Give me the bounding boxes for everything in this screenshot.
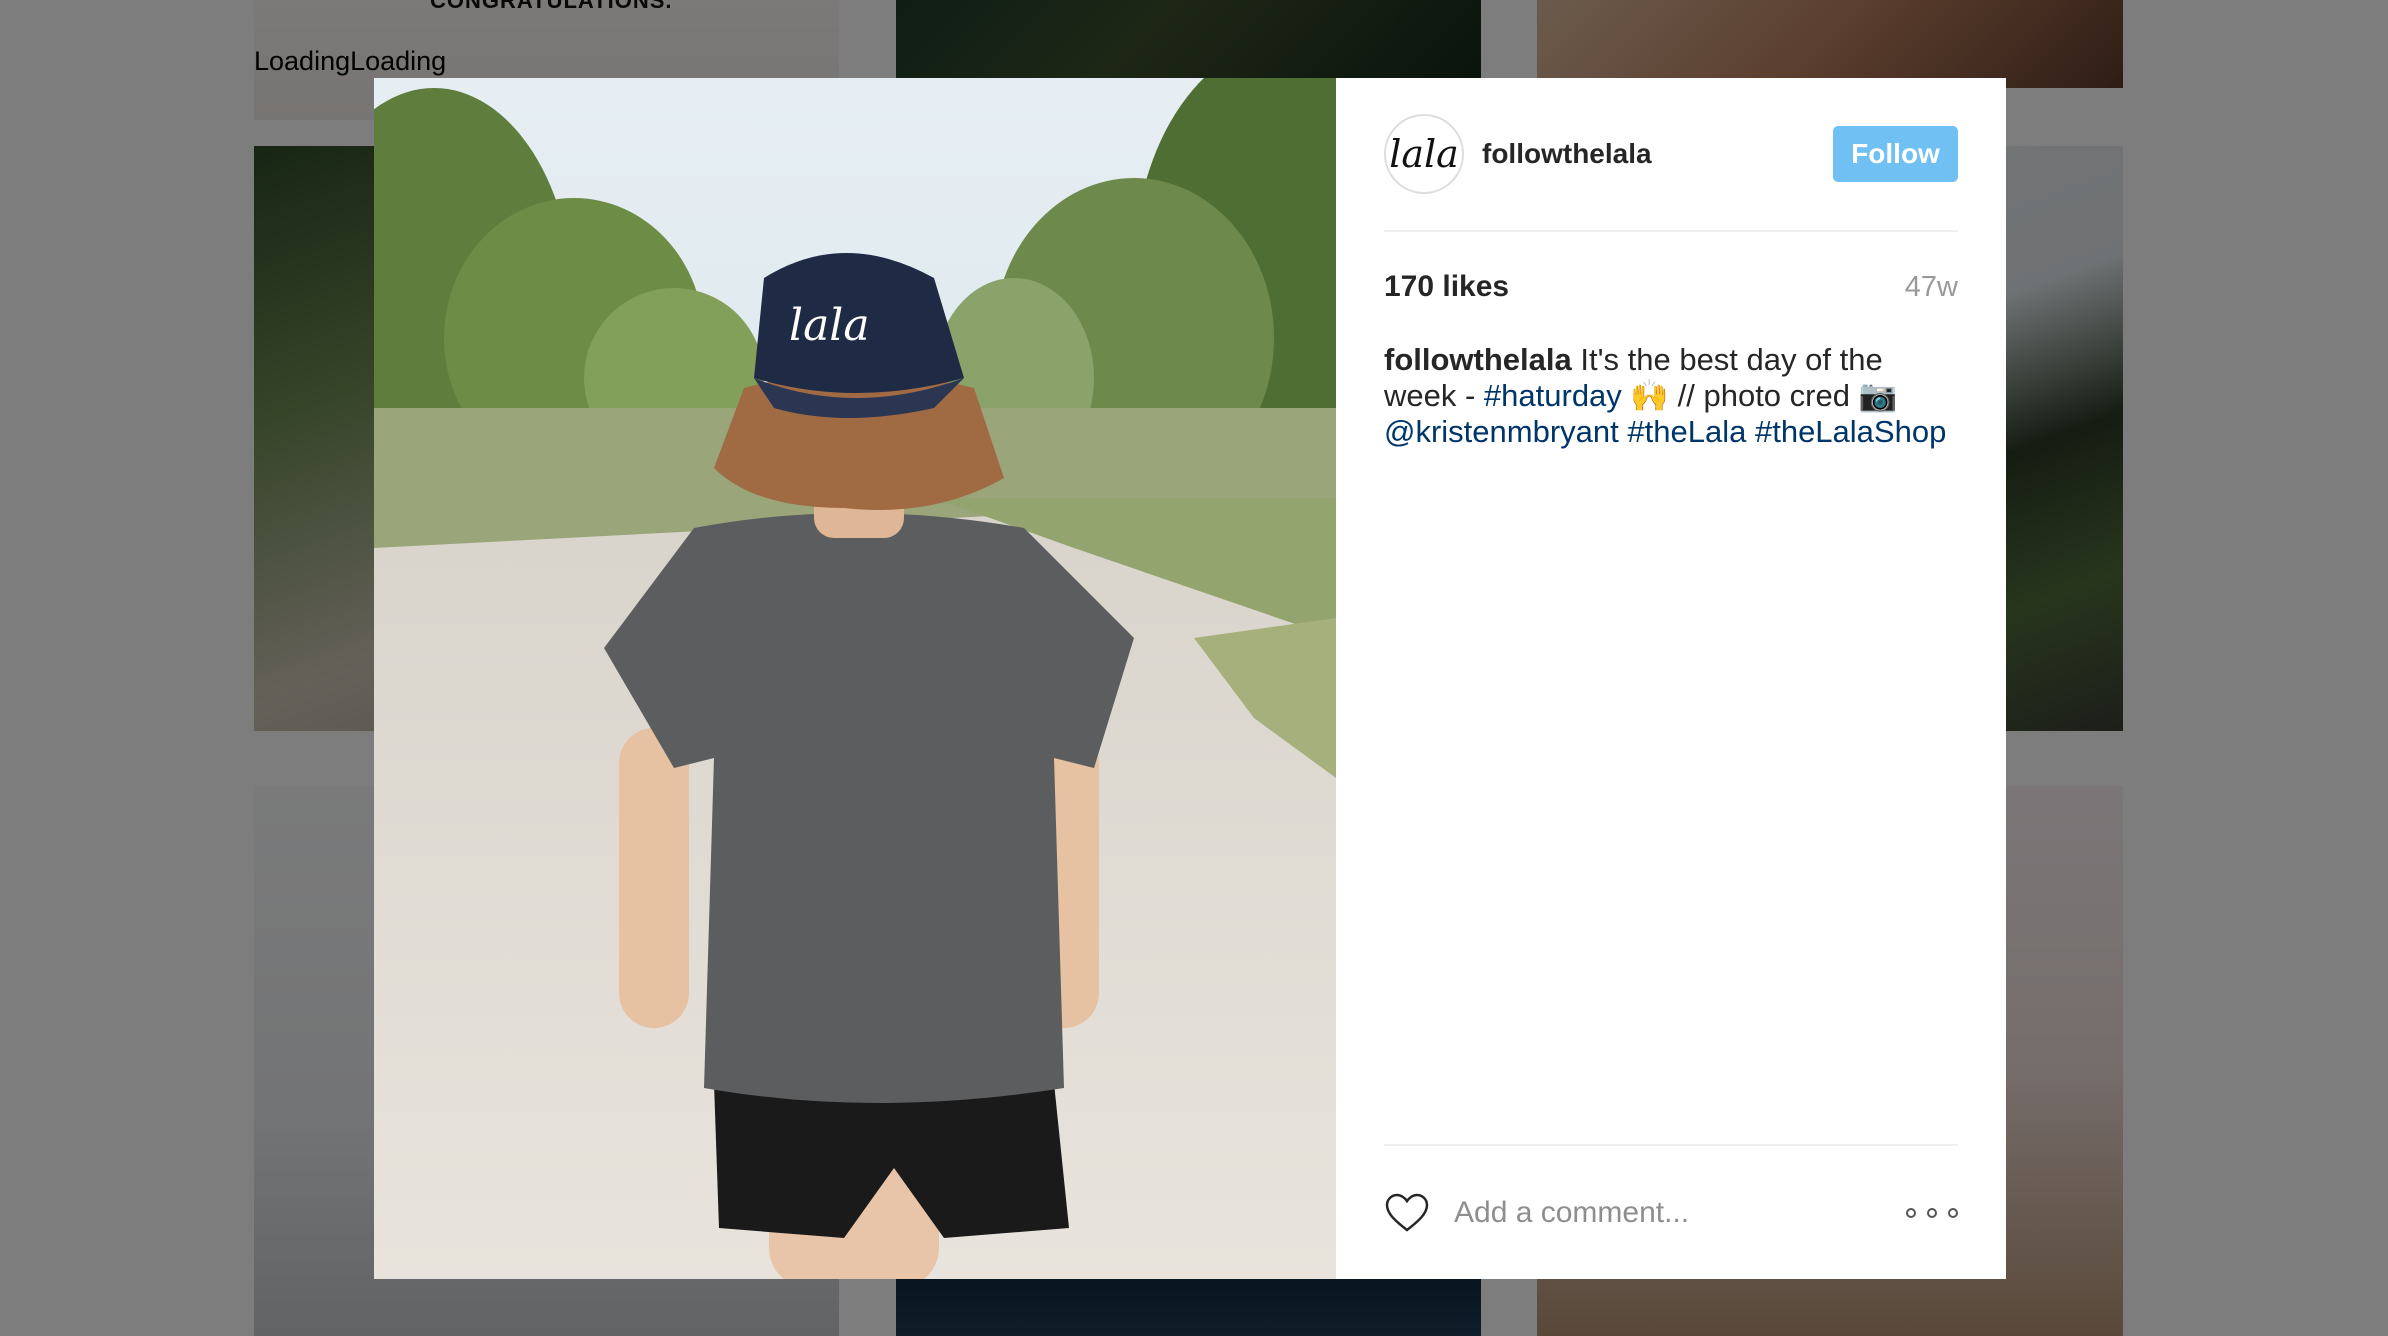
comment-input[interactable] <box>1454 1195 1906 1230</box>
heart-icon[interactable] <box>1384 1193 1430 1233</box>
hashtag-link[interactable]: #theLala <box>1627 414 1746 449</box>
mention-link[interactable]: @kristenmbryant <box>1384 414 1619 449</box>
hashtag-link[interactable]: #theLalaShop <box>1755 414 1946 449</box>
post-photo[interactable]: lala <box>374 78 1336 1279</box>
post-modal: lala lala followthelala Follow 170 likes… <box>374 78 2006 1279</box>
caption-text: 🙌 // photo cred 📷 <box>1621 378 1898 413</box>
post-caption: followthelala It's the best day of the w… <box>1384 342 1958 450</box>
caption-username-link[interactable]: followthelala <box>1384 342 1572 377</box>
avatar[interactable]: lala <box>1384 114 1464 194</box>
caption-text <box>1746 414 1755 449</box>
dot <box>1906 1207 1916 1218</box>
dot <box>1948 1207 1958 1218</box>
more-options-icon[interactable] <box>1906 1198 1958 1228</box>
post-header: lala followthelala Follow <box>1384 78 1958 232</box>
post-age[interactable]: 47w <box>1905 271 1958 304</box>
photo-cap-logo: lala <box>789 300 870 351</box>
follow-button[interactable]: Follow <box>1833 126 1958 182</box>
comment-bar <box>1384 1144 1958 1279</box>
likes-count[interactable]: 170 likes <box>1384 270 1509 304</box>
dot <box>1927 1207 1937 1218</box>
post-meta: 170 likes 47w <box>1384 270 1958 304</box>
post-sidebar: lala followthelala Follow 170 likes 47w … <box>1336 78 2006 1279</box>
hashtag-link[interactable]: #haturday <box>1484 378 1622 413</box>
username-link[interactable]: followthelala <box>1482 138 1652 170</box>
